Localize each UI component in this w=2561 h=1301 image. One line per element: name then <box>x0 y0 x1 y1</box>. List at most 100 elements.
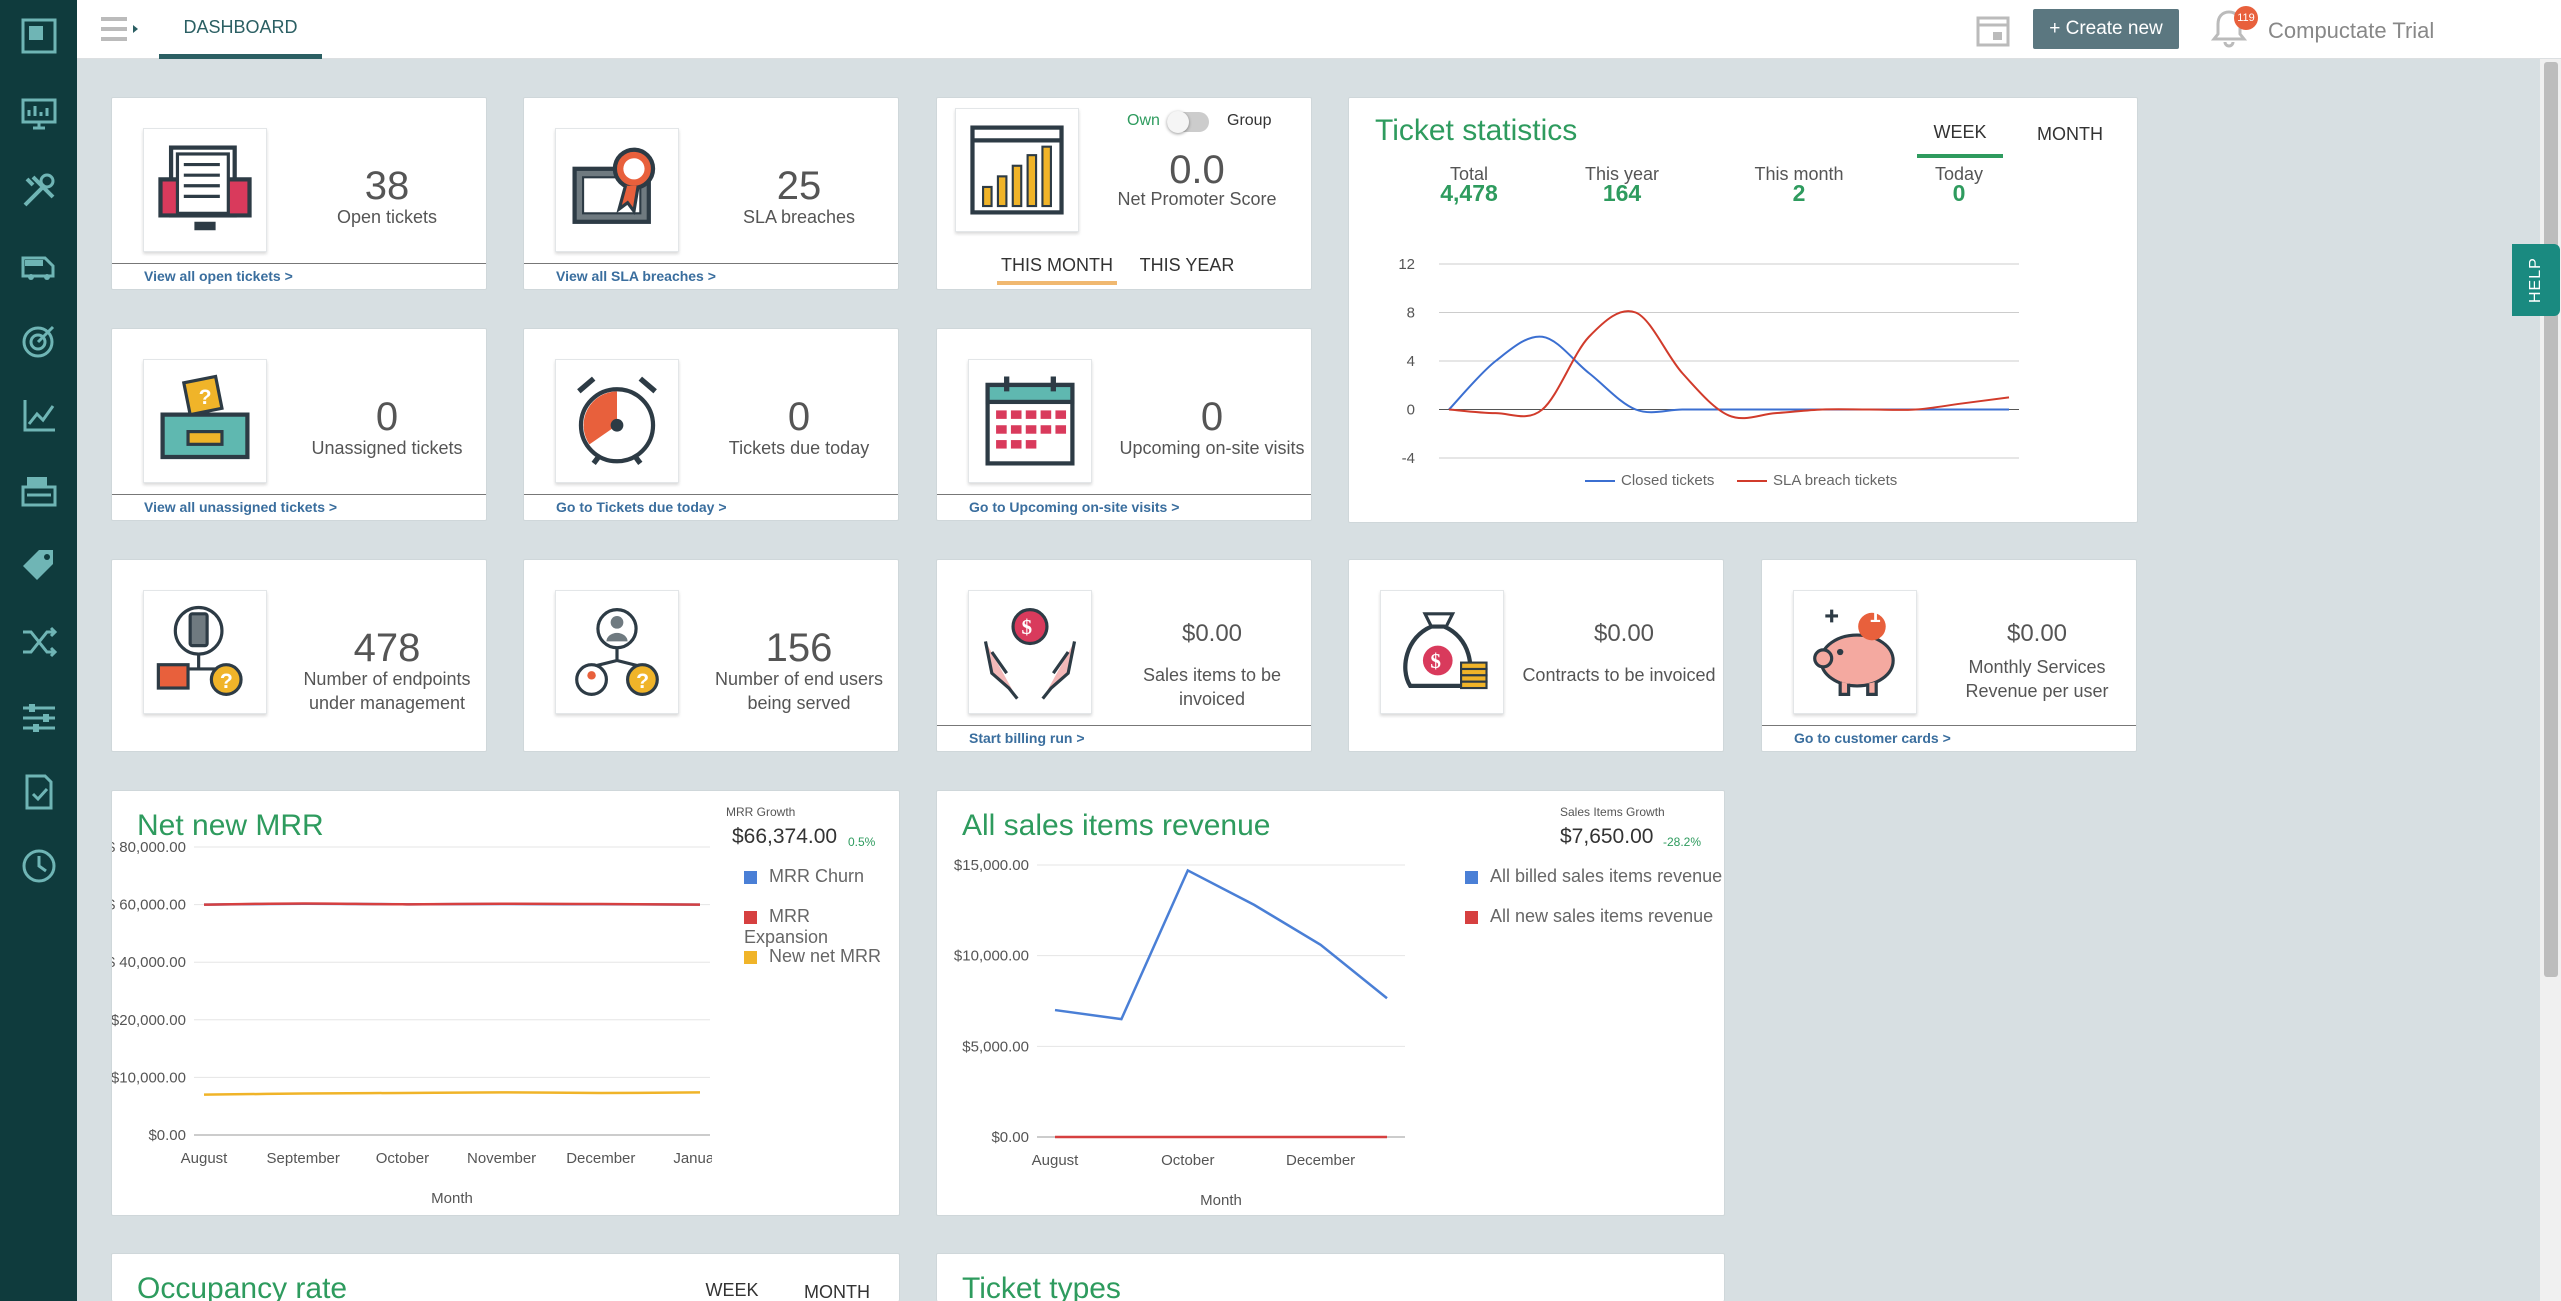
tools-icon[interactable] <box>0 161 77 221</box>
x-axis-label: Month <box>1200 1192 1242 1209</box>
card-contracts: $ $0.00 Contracts to be invoiced <box>1348 559 1724 752</box>
svg-text:$: $ <box>1430 649 1441 673</box>
user-name[interactable]: Compuctate Trial <box>2268 18 2434 44</box>
net-new-mrr-chart: $ 80,000.00 $ 60,000.00 $ 40,000.00 $20,000… <box>112 839 712 1207</box>
menu-toggle-icon[interactable] <box>99 16 143 42</box>
open-tickets-label: Open tickets <box>336 207 438 227</box>
y-tick-label: $0.00 <box>148 1127 186 1144</box>
unassigned-value: 0 <box>375 395 399 439</box>
target-icon[interactable] <box>0 311 77 371</box>
open-tickets-value: 38 <box>364 164 410 208</box>
view-unassigned-link[interactable]: View all unassigned tickets > <box>112 494 486 520</box>
contracts-value: $0.00 <box>1593 620 1655 647</box>
clock-icon[interactable] <box>0 836 77 896</box>
hands-money-icon: $ <box>968 590 1092 714</box>
dashboard-icon[interactable] <box>0 6 77 66</box>
y-tick-label: 8 <box>1407 305 1415 322</box>
series-line-1 <box>1448 310 2010 420</box>
svg-text:?: ? <box>199 386 212 409</box>
x-tick-label: October <box>1161 1152 1214 1169</box>
mrr-growth-pct: 0.5% <box>848 835 876 849</box>
stat-month-value: 2 <box>1792 180 1806 206</box>
create-new-button[interactable]: + Create new <box>2033 9 2179 49</box>
help-button[interactable]: HELP <box>2512 244 2560 316</box>
view-sla-breaches-link[interactable]: View all SLA breaches > <box>524 263 898 289</box>
legend-mrr-churn: MRR Churn <box>744 866 864 887</box>
occupancy-title: Occupancy rate <box>137 1272 348 1301</box>
cash-register-icon[interactable] <box>0 461 77 521</box>
legend-new-revenue-label: All new sales items revenue <box>1490 906 1714 926</box>
scrollbar-thumb[interactable] <box>2544 62 2558 977</box>
sales-items-label-line2: invoiced <box>1178 689 1246 709</box>
tab-week[interactable]: WEEK <box>1917 122 2003 158</box>
inbox-tray-icon: ? <box>143 359 267 483</box>
view-open-tickets-link[interactable]: View all open tickets > <box>112 263 486 289</box>
occupancy-tab-week[interactable]: WEEK <box>692 1280 772 1301</box>
tab-month[interactable]: MONTH <box>2025 124 2115 145</box>
view-onsite-link[interactable]: Go to Upcoming on-site visits > <box>937 494 1311 520</box>
ticket-statistics-title: Ticket statistics <box>1375 114 1578 147</box>
truck-icon[interactable] <box>0 236 77 296</box>
series-line-1 <box>203 902 701 906</box>
series-line-2 <box>203 1091 701 1096</box>
svg-text:?: ? <box>220 670 233 693</box>
svg-text:$: $ <box>1022 615 1033 639</box>
onsite-value: 0 <box>1200 395 1224 439</box>
due-today-label: Tickets due today <box>728 438 870 458</box>
sliders-icon[interactable] <box>0 688 77 748</box>
x-tick-label: December <box>1286 1152 1355 1169</box>
device-network-icon: ? <box>143 590 267 714</box>
occupancy-tab-month[interactable]: MONTH <box>792 1282 882 1301</box>
calendar-icon[interactable] <box>1975 12 2011 48</box>
own-group-toggle[interactable] <box>1167 111 1209 133</box>
series-line-0 <box>1054 868 1388 1021</box>
notification-count-badge: 119 <box>2234 6 2258 30</box>
sales-revenue-chart: $15,000.00 $10,000.00 $5,000.00 $0.00August… <box>954 857 1405 1209</box>
legend-sla-breach-label: SLA breach tickets <box>1773 472 1898 489</box>
start-billing-run-link[interactable]: Start billing run > <box>937 725 1311 751</box>
card-occupancy-rate: Occupancy rate WEEK MONTH <box>111 1253 900 1301</box>
end-users-value: 156 <box>765 626 833 670</box>
unassigned-label: Unassigned tickets <box>311 438 463 458</box>
y-tick-label: $10,000.00 <box>954 948 1029 965</box>
view-due-today-link[interactable]: Go to Tickets due today > <box>524 494 898 520</box>
endpoints-label-line2: under management <box>308 693 466 713</box>
monitor-chart-icon[interactable] <box>0 84 77 144</box>
ticket-types-title: Ticket types <box>962 1272 1121 1301</box>
contracts-label: Contracts to be invoiced <box>1522 665 1716 685</box>
line-chart-icon[interactable] <box>0 386 77 446</box>
card-sla-breaches: 25 SLA breaches View all SLA breaches > <box>523 97 899 290</box>
sidebar <box>0 0 77 1301</box>
card-sales-items: $ $0.00 Sales items to be invoiced Start… <box>936 559 1312 752</box>
legend-new-revenue: All new sales items revenue <box>1465 906 1713 927</box>
y-tick-label: 0 <box>1407 402 1415 419</box>
piggy-bank-icon: 1 <box>1793 590 1917 714</box>
card-end-users: ? 156 Number of end users being served <box>523 559 899 752</box>
x-tick-label: December <box>566 1150 635 1167</box>
card-monthly-services: 1 $0.00 Monthly Services Revenue per use… <box>1761 559 2137 752</box>
shuffle-icon[interactable] <box>0 612 77 672</box>
tab-this-year[interactable]: THIS YEAR <box>1127 255 1247 276</box>
nps-label: Net Promoter Score <box>1117 189 1277 209</box>
legend-billed-revenue-label: All billed sales items revenue <box>1490 866 1723 886</box>
y-tick-label: -4 <box>1402 450 1415 467</box>
due-today-value: 0 <box>787 395 811 439</box>
stat-year-value: 164 <box>1602 180 1642 206</box>
ticket-list-icon <box>143 128 267 252</box>
card-ticket-types: Ticket types <box>936 1253 1725 1301</box>
legend-mrr-expansion: MRR Expansion <box>744 906 899 948</box>
y-tick-label: 12 <box>1398 256 1415 273</box>
x-tick-label: August <box>181 1150 229 1167</box>
monthly-services-label-line2: Revenue per user <box>1965 681 2109 701</box>
tag-icon[interactable] <box>0 536 77 596</box>
card-unassigned-tickets: ? 0 Unassigned tickets View all unassign… <box>111 328 487 521</box>
bar-chart-icon <box>955 108 1079 232</box>
y-tick-label: 4 <box>1407 353 1415 370</box>
tab-this-month[interactable]: THIS MONTH <box>997 255 1117 285</box>
go-to-customer-cards-link[interactable]: Go to customer cards > <box>1762 725 2136 751</box>
document-check-icon[interactable] <box>0 762 77 822</box>
x-tick-label: November <box>467 1150 536 1167</box>
tab-dashboard[interactable]: DASHBOARD <box>159 0 322 59</box>
sales-growth-value: $7,650.00 <box>1560 825 1654 848</box>
sla-breaches-value: 25 <box>776 164 822 208</box>
